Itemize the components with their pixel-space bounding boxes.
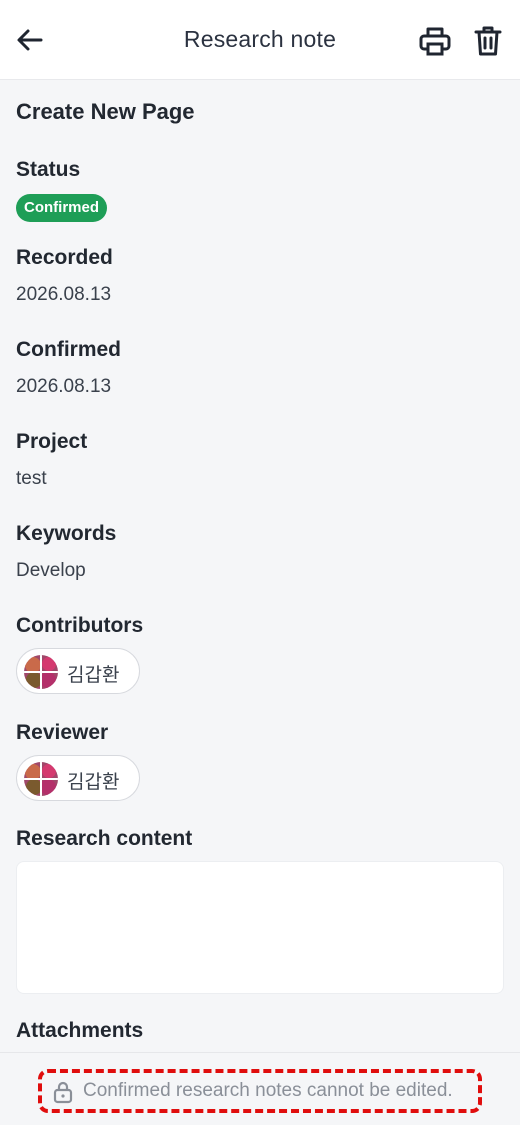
- printer-icon[interactable]: [418, 24, 452, 58]
- research-content-label: Research content: [16, 827, 193, 850]
- trash-icon[interactable]: [472, 24, 504, 58]
- contributor-chip[interactable]: 김갑환: [16, 648, 140, 694]
- avatar: [24, 762, 58, 796]
- status-badge: Confirmed: [16, 194, 107, 222]
- recorded-label: Recorded: [16, 246, 113, 269]
- reviewer-label: Reviewer: [16, 721, 109, 744]
- status-label: Status: [16, 158, 81, 181]
- keywords-label: Keywords: [16, 522, 117, 545]
- recorded-value: 2026.08.13: [16, 284, 112, 305]
- research-content-box: [16, 861, 504, 994]
- confirmed-value: 2026.08.13: [16, 376, 112, 397]
- read-only-notice: Confirmed research notes cannot be edite…: [38, 1069, 482, 1113]
- read-only-message: Confirmed research notes cannot be edite…: [83, 1080, 453, 1101]
- lock-icon: [53, 1081, 73, 1104]
- project-label: Project: [16, 430, 88, 453]
- app-header: Research note: [0, 0, 520, 80]
- footer-bar: Confirmed research notes cannot be edite…: [0, 1052, 520, 1125]
- attachments-label: Attachments: [16, 1019, 144, 1042]
- keywords-value: Develop: [16, 560, 86, 581]
- page-title: Create New Page: [16, 99, 195, 124]
- contributor-name: 김갑환: [67, 665, 120, 686]
- contributors-label: Contributors: [16, 614, 144, 637]
- project-value: test: [16, 468, 47, 489]
- reviewer-chip[interactable]: 김갑환: [16, 755, 140, 801]
- reviewer-name: 김갑환: [67, 772, 120, 793]
- confirmed-label: Confirmed: [16, 338, 121, 361]
- avatar: [24, 655, 58, 689]
